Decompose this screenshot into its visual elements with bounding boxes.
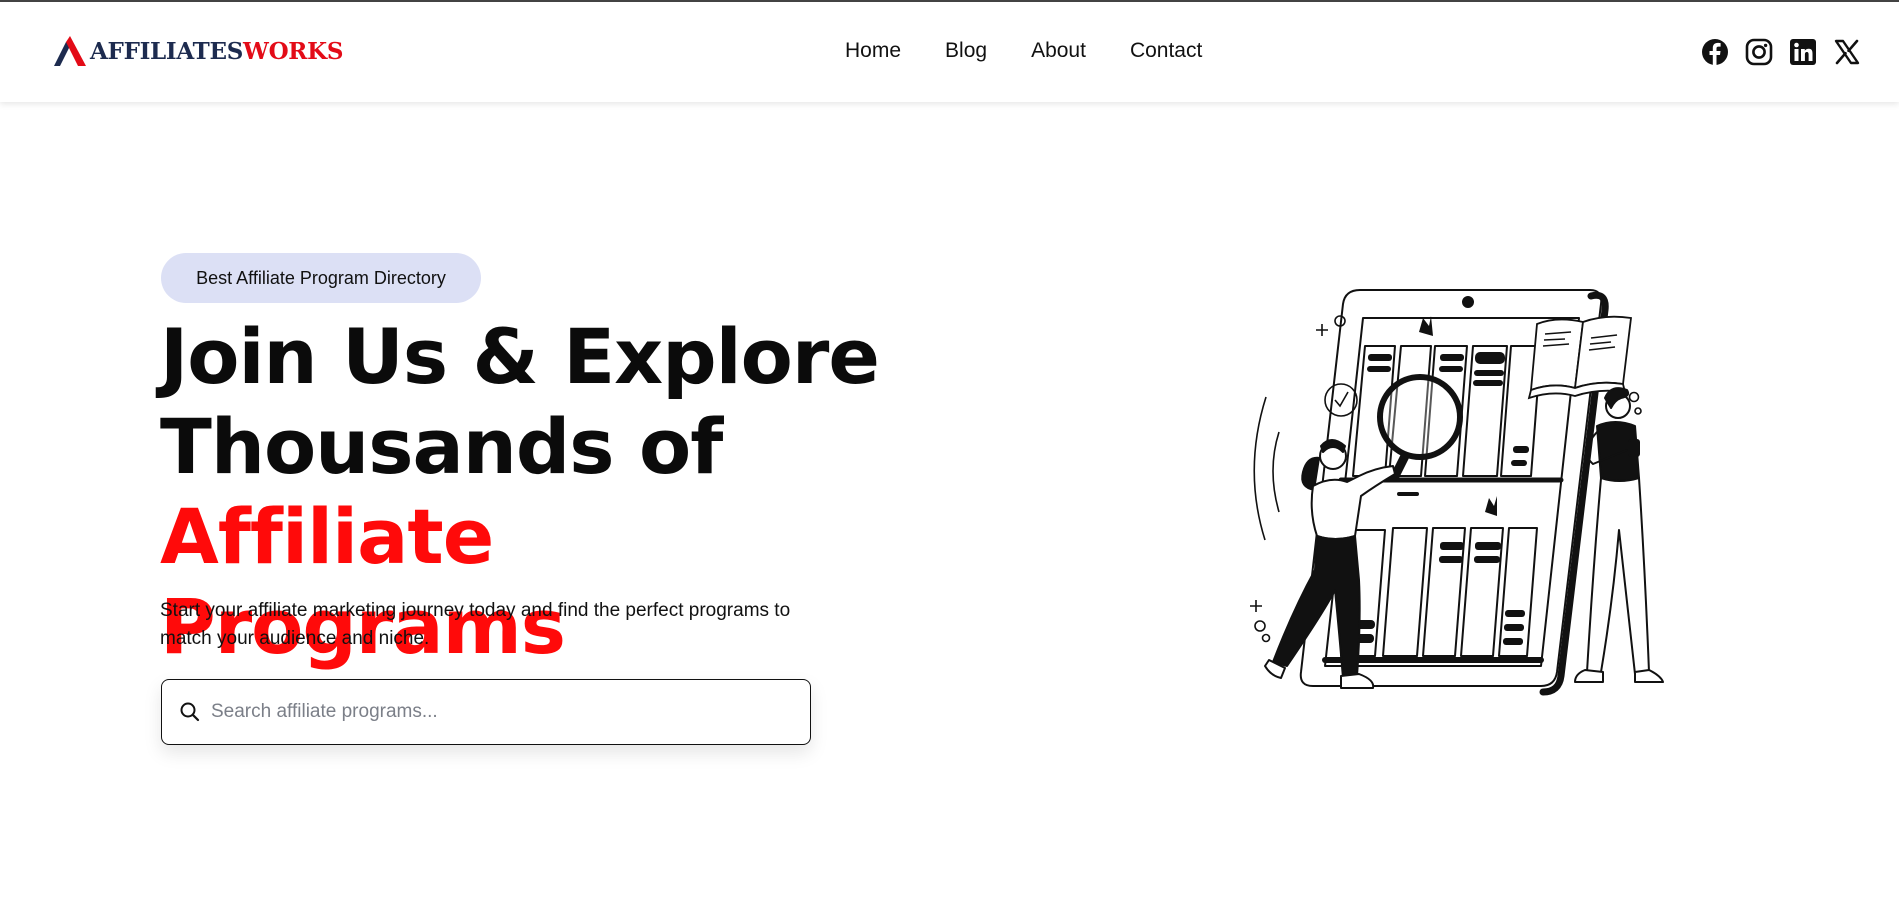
logo-mark-icon	[54, 36, 86, 66]
hero-description: Start your affiliate marketing journey t…	[160, 600, 791, 649]
hero-title-line2: Thousands of	[160, 402, 723, 491]
logo-text-affiliates: AFFILIATES	[90, 37, 244, 65]
brand-logo[interactable]: AFFILIATESWORKS	[52, 34, 343, 68]
hero-title-line1: Join Us & Explore	[160, 312, 880, 401]
hero-badge: Best Affiliate Program Directory	[161, 253, 481, 303]
linkedin-icon[interactable]	[1789, 38, 1817, 66]
search-icon	[180, 702, 200, 722]
facebook-icon[interactable]	[1701, 38, 1729, 66]
logo-text-works: WORKS	[243, 37, 344, 65]
search-input[interactable]	[211, 701, 791, 723]
site-header: AFFILIATESWORKS Home Blog About Contact	[0, 2, 1899, 102]
instagram-icon[interactable]	[1745, 38, 1773, 66]
search-box[interactable]	[161, 679, 811, 745]
x-icon[interactable]	[1833, 38, 1861, 66]
social-links	[1685, 38, 1861, 66]
nav-home[interactable]: Home	[845, 39, 901, 63]
hero-title-highlight-affiliate: Affiliate	[160, 492, 494, 581]
nav-contact[interactable]: Contact	[1130, 39, 1202, 63]
nav-blog[interactable]: Blog	[945, 39, 987, 63]
logo-text: AFFILIATESWORKS	[90, 38, 343, 65]
main-nav: Home Blog About Contact	[845, 39, 1246, 63]
hero-illustration-icon	[1250, 289, 1664, 696]
nav-about[interactable]: About	[1031, 39, 1086, 63]
